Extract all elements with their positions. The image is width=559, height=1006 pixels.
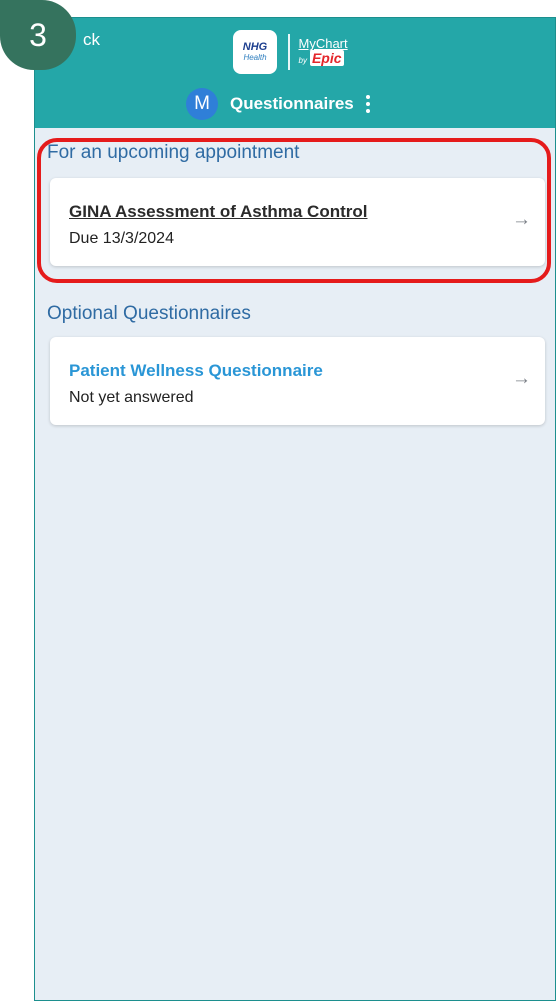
- mychart-logo-byline: by Epic: [298, 50, 348, 68]
- header-title-row: M Questionnaires: [186, 88, 374, 120]
- mychart-logo-by: by: [298, 56, 307, 65]
- back-button[interactable]: ck: [83, 30, 100, 50]
- mychart-logo: MyChart by Epic: [299, 36, 348, 68]
- questionnaire-status: Not yet answered: [69, 389, 194, 406]
- kebab-vertical-icon[interactable]: [362, 93, 374, 115]
- app-logo: NHG Health MyChart by Epic: [233, 30, 348, 74]
- app-header: ck NHG Health MyChart by Epic M Questionn…: [35, 18, 555, 128]
- nhg-logo: NHG Health: [233, 30, 277, 74]
- nhg-logo-text: NHG: [242, 41, 268, 53]
- epic-logo-text: Epic: [309, 50, 344, 66]
- logo-divider: [288, 34, 290, 70]
- nhg-logo-subtext: Health: [243, 53, 267, 62]
- questionnaire-title[interactable]: Patient Wellness Questionnaire: [69, 361, 323, 381]
- avatar[interactable]: M: [186, 88, 218, 120]
- questionnaire-card-wellness[interactable]: Patient Wellness Questionnaire Not yet a…: [50, 337, 545, 425]
- highlight-annotation: [37, 138, 551, 283]
- mychart-logo-name: MyChart: [298, 36, 348, 51]
- page-title: Questionnaires: [230, 94, 354, 113]
- section-heading-optional: Optional Questionnaires: [47, 303, 251, 324]
- arrow-right-icon[interactable]: →: [512, 368, 531, 390]
- step-number-badge: 3: [0, 0, 76, 70]
